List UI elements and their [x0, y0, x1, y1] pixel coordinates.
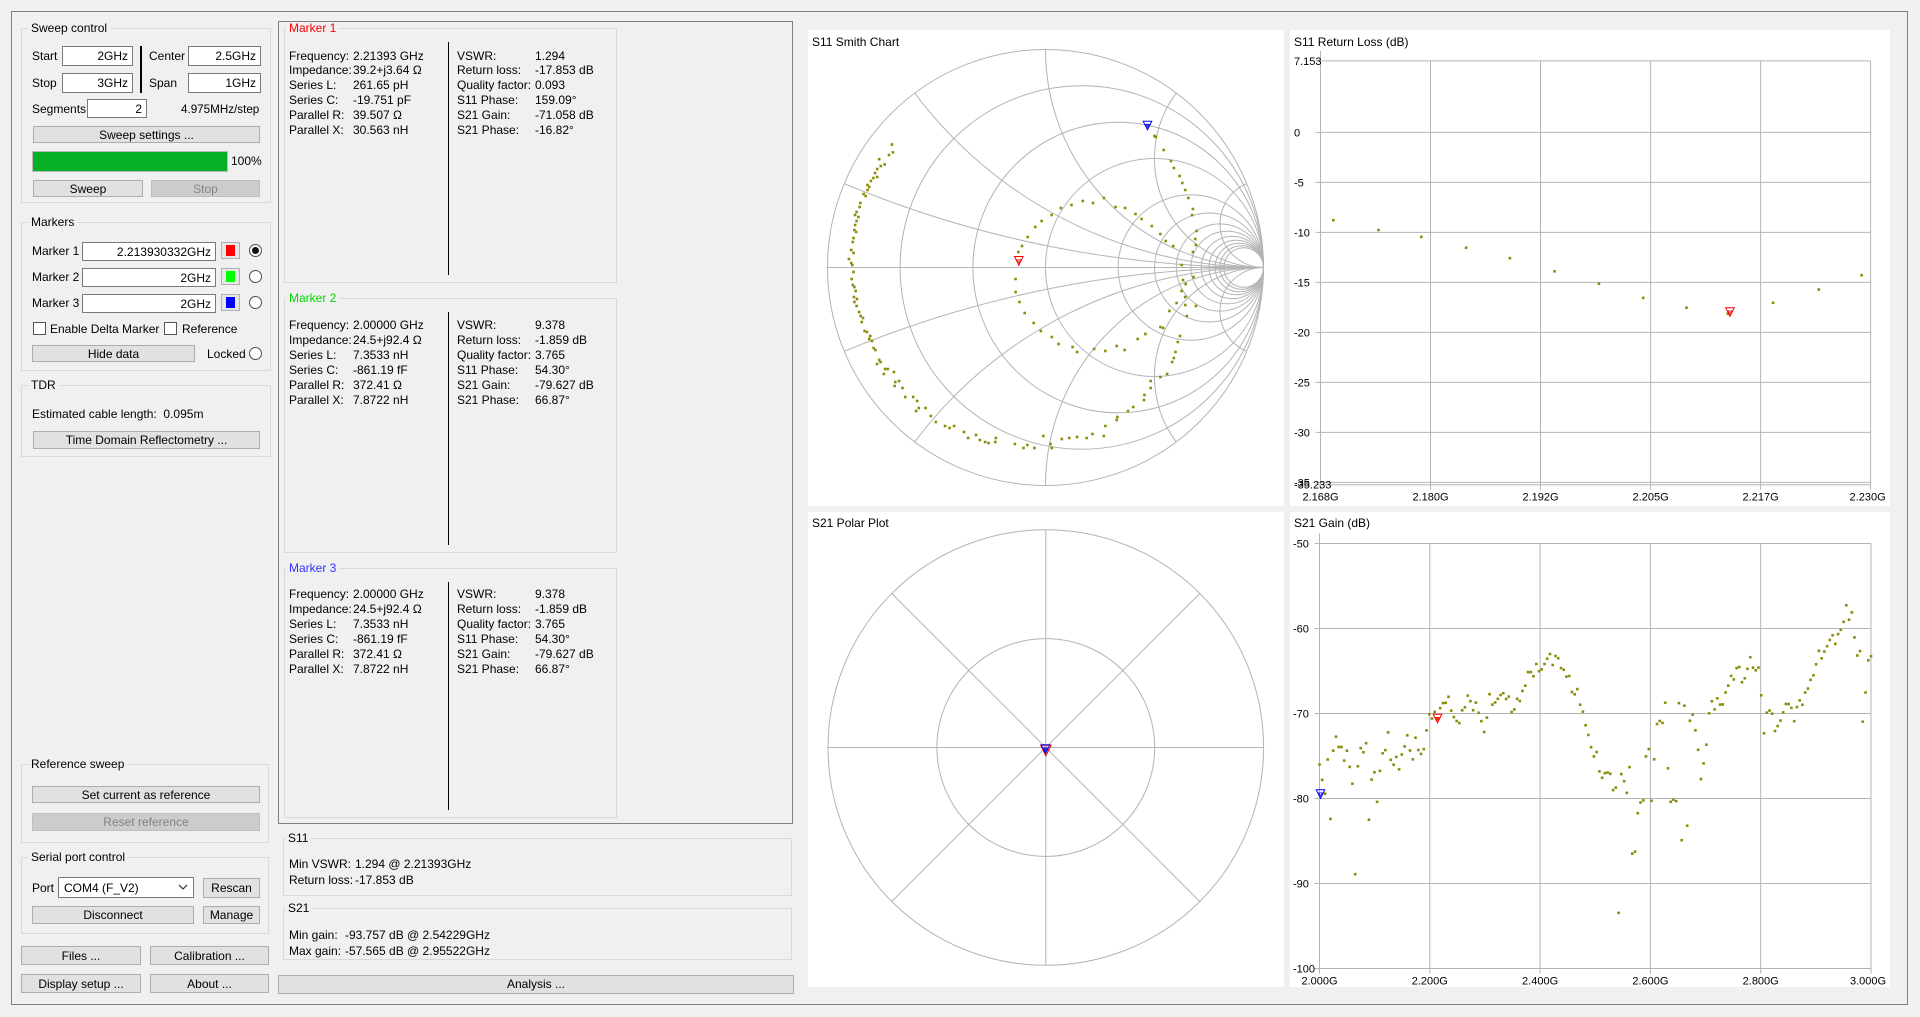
svg-text:-90: -90 — [1293, 878, 1309, 890]
svg-text:2.800G: 2.800G — [1743, 975, 1779, 987]
svg-text:-5: -5 — [1294, 177, 1304, 189]
svg-text:-20: -20 — [1294, 327, 1310, 339]
svg-text:2.217G: 2.217G — [1743, 492, 1779, 504]
svg-text:-15: -15 — [1294, 277, 1310, 289]
svg-text:-30: -30 — [1294, 427, 1310, 439]
svg-text:-60: -60 — [1293, 623, 1309, 635]
svg-text:-100: -100 — [1293, 963, 1315, 975]
svg-text:-10: -10 — [1294, 227, 1310, 239]
svg-text:2.168G: 2.168G — [1302, 492, 1338, 504]
svg-text:-50: -50 — [1293, 538, 1309, 550]
svg-text:2.400G: 2.400G — [1522, 975, 1558, 987]
svg-text:7.153: 7.153 — [1294, 56, 1322, 68]
svg-text:2.000G: 2.000G — [1301, 975, 1337, 987]
svg-text:-70: -70 — [1293, 708, 1309, 720]
svg-text:2.230G: 2.230G — [1850, 492, 1886, 504]
svg-text:-35.233: -35.233 — [1294, 480, 1331, 492]
svg-text:2.205G: 2.205G — [1633, 492, 1669, 504]
svg-text:2.192G: 2.192G — [1522, 492, 1558, 504]
svg-text:0: 0 — [1294, 127, 1300, 139]
svg-text:3.000G: 3.000G — [1850, 975, 1886, 987]
svg-text:2.200G: 2.200G — [1412, 975, 1448, 987]
svg-text:2.180G: 2.180G — [1412, 492, 1448, 504]
svg-text:-25: -25 — [1294, 377, 1310, 389]
svg-text:-80: -80 — [1293, 793, 1309, 805]
svg-text:2.600G: 2.600G — [1632, 975, 1668, 987]
